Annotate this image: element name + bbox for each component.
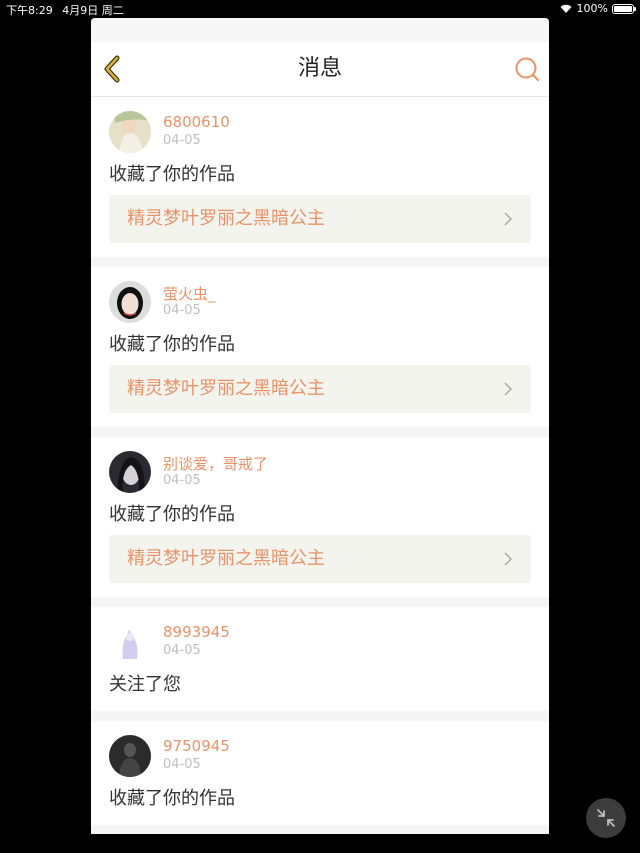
action-text: 收藏了你的作品 <box>109 334 235 355</box>
app-window: 消息 6800610 04-05 收藏了你的作品 精灵梦叶罗丽之黑暗公主 萤火虫… <box>91 18 549 834</box>
collapse-button[interactable] <box>586 798 626 838</box>
search-icon[interactable] <box>513 55 541 83</box>
action-text: 收藏了你的作品 <box>109 788 235 809</box>
message-date: 04-05 <box>163 757 201 772</box>
username[interactable]: 6800610 <box>163 113 230 131</box>
username[interactable]: 萤火虫_ <box>163 283 216 304</box>
avatar[interactable] <box>109 111 151 153</box>
message-item: 萤火虫_ 04-05 收藏了你的作品 精灵梦叶罗丽之黑暗公主 <box>91 267 549 427</box>
username[interactable]: 8993945 <box>163 623 230 641</box>
status-date: 4月9日 周二 <box>62 4 124 17</box>
top-strip <box>91 18 549 42</box>
status-bar: 下午8:29 4月9日 周二 100% <box>0 0 640 18</box>
work-link[interactable]: 精灵梦叶罗丽之黑暗公主 <box>109 535 531 583</box>
chevron-right-icon <box>504 552 513 566</box>
avatar[interactable] <box>109 735 151 777</box>
battery-icon <box>612 3 636 14</box>
status-time: 下午8:29 <box>6 4 53 17</box>
message-item: 6800610 04-05 收藏了你的作品 精灵梦叶罗丽之黑暗公主 <box>91 97 549 257</box>
message-date: 04-05 <box>163 473 201 488</box>
work-link[interactable]: 精灵梦叶罗丽之黑暗公主 <box>109 195 531 243</box>
work-title: 精灵梦叶罗丽之黑暗公主 <box>127 378 325 399</box>
message-list: 6800610 04-05 收藏了你的作品 精灵梦叶罗丽之黑暗公主 萤火虫_ 0… <box>91 97 549 825</box>
message-item: 别谈爱，哥戒了 04-05 收藏了你的作品 精灵梦叶罗丽之黑暗公主 <box>91 437 549 597</box>
action-text: 收藏了你的作品 <box>109 504 235 525</box>
wifi-icon <box>560 4 572 13</box>
collapse-icon <box>597 809 615 827</box>
nav-bar: 消息 <box>91 42 549 97</box>
username[interactable]: 别谈爱，哥戒了 <box>163 453 268 474</box>
page-title: 消息 <box>297 56 342 81</box>
work-title: 精灵梦叶罗丽之黑暗公主 <box>127 548 325 569</box>
chevron-right-icon <box>504 382 513 396</box>
message-date: 04-05 <box>163 643 201 658</box>
avatar[interactable] <box>109 281 151 323</box>
action-text: 关注了您 <box>109 674 181 695</box>
chevron-right-icon <box>504 212 513 226</box>
message-item: 8993945 04-05 关注了您 <box>91 607 549 711</box>
work-link[interactable]: 精灵梦叶罗丽之黑暗公主 <box>109 365 531 413</box>
avatar[interactable] <box>109 451 151 493</box>
avatar[interactable] <box>109 621 151 663</box>
message-date: 04-05 <box>163 303 201 318</box>
battery-percent: 100% <box>576 2 608 15</box>
work-title: 精灵梦叶罗丽之黑暗公主 <box>127 208 325 229</box>
action-text: 收藏了你的作品 <box>109 164 235 185</box>
message-item: 9750945 04-05 收藏了你的作品 <box>91 721 549 825</box>
username[interactable]: 9750945 <box>163 737 230 755</box>
message-date: 04-05 <box>163 133 201 148</box>
